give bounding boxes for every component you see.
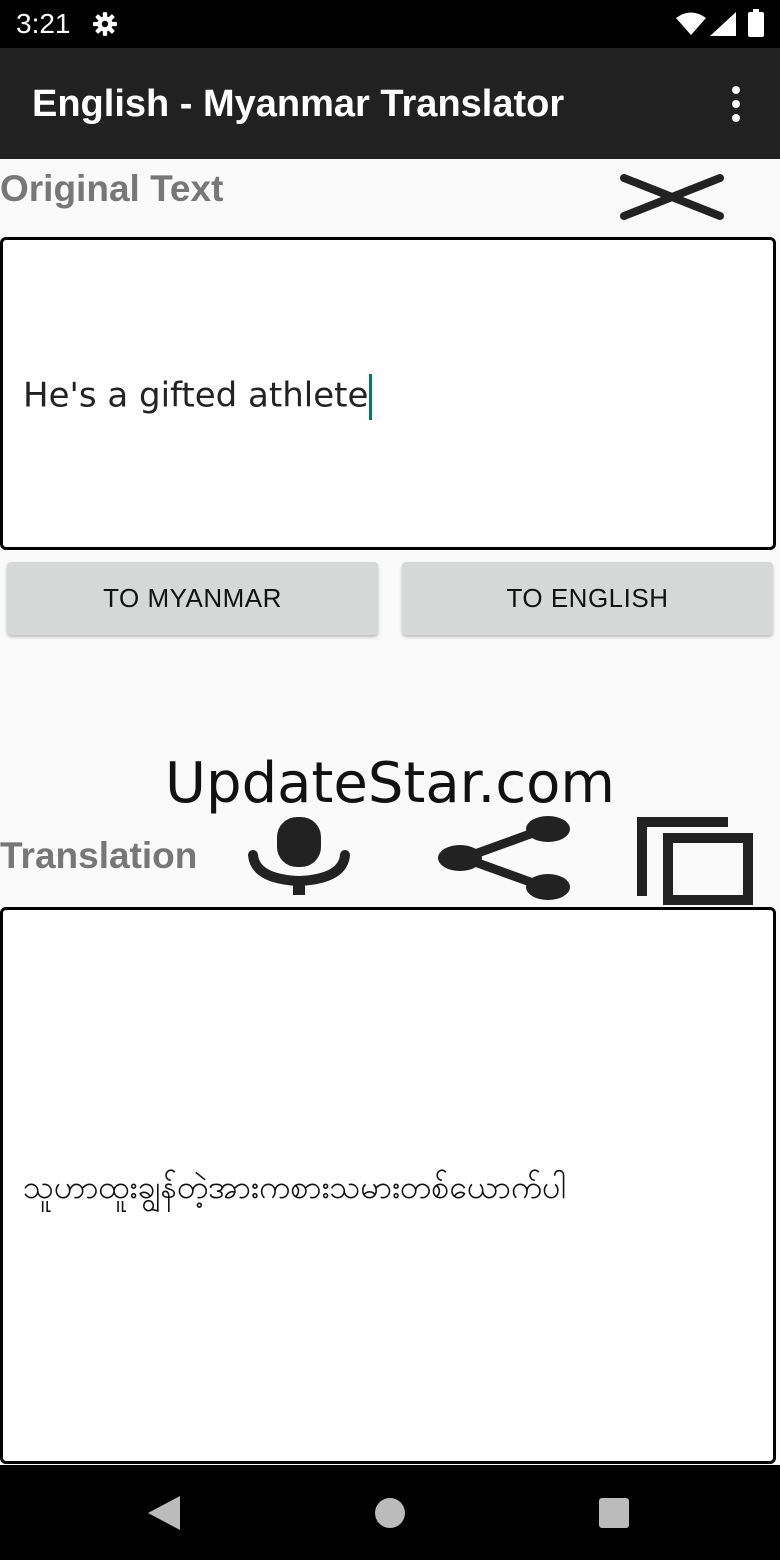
home-icon[interactable] bbox=[374, 1497, 406, 1529]
close-icon[interactable] bbox=[620, 170, 724, 224]
translation-text-value: သူဟာထူးချွန်တဲ့အားကစားသမားတစ်ယောက်ပါ bbox=[23, 1168, 566, 1206]
original-text-label: Original Text bbox=[0, 168, 224, 209]
text-cursor bbox=[369, 374, 373, 420]
original-text-input[interactable]: He's a gifted athlete bbox=[0, 237, 776, 550]
more-vert-icon[interactable] bbox=[722, 84, 750, 124]
back-icon[interactable] bbox=[146, 1494, 182, 1532]
status-bar: 3:21 bbox=[0, 0, 780, 48]
microphone-icon[interactable] bbox=[245, 815, 353, 897]
copy-icon[interactable] bbox=[632, 812, 756, 906]
original-text-value: He's a gifted athlete bbox=[23, 375, 369, 416]
watermark: UpdateStar.com bbox=[165, 751, 615, 816]
recents-icon[interactable] bbox=[598, 1497, 630, 1529]
translation-output[interactable]: သူဟာထူးချွန်တဲ့အားကစားသမားတစ်ယောက်ပါ bbox=[0, 907, 776, 1464]
app-bar: English - Myanmar Translator bbox=[0, 48, 780, 159]
to-english-button[interactable]: TO ENGLISH bbox=[402, 562, 773, 635]
translation-label: Translation bbox=[0, 835, 198, 876]
gear-icon bbox=[93, 12, 117, 36]
wifi-icon bbox=[676, 12, 706, 35]
battery-icon bbox=[748, 9, 764, 37]
signal-icon bbox=[710, 12, 736, 36]
share-icon[interactable] bbox=[436, 815, 574, 901]
navigation-bar bbox=[0, 1465, 780, 1560]
status-time: 3:21 bbox=[16, 8, 71, 39]
app-title: English - Myanmar Translator bbox=[32, 83, 565, 125]
to-myanmar-button[interactable]: TO MYANMAR bbox=[7, 562, 378, 635]
